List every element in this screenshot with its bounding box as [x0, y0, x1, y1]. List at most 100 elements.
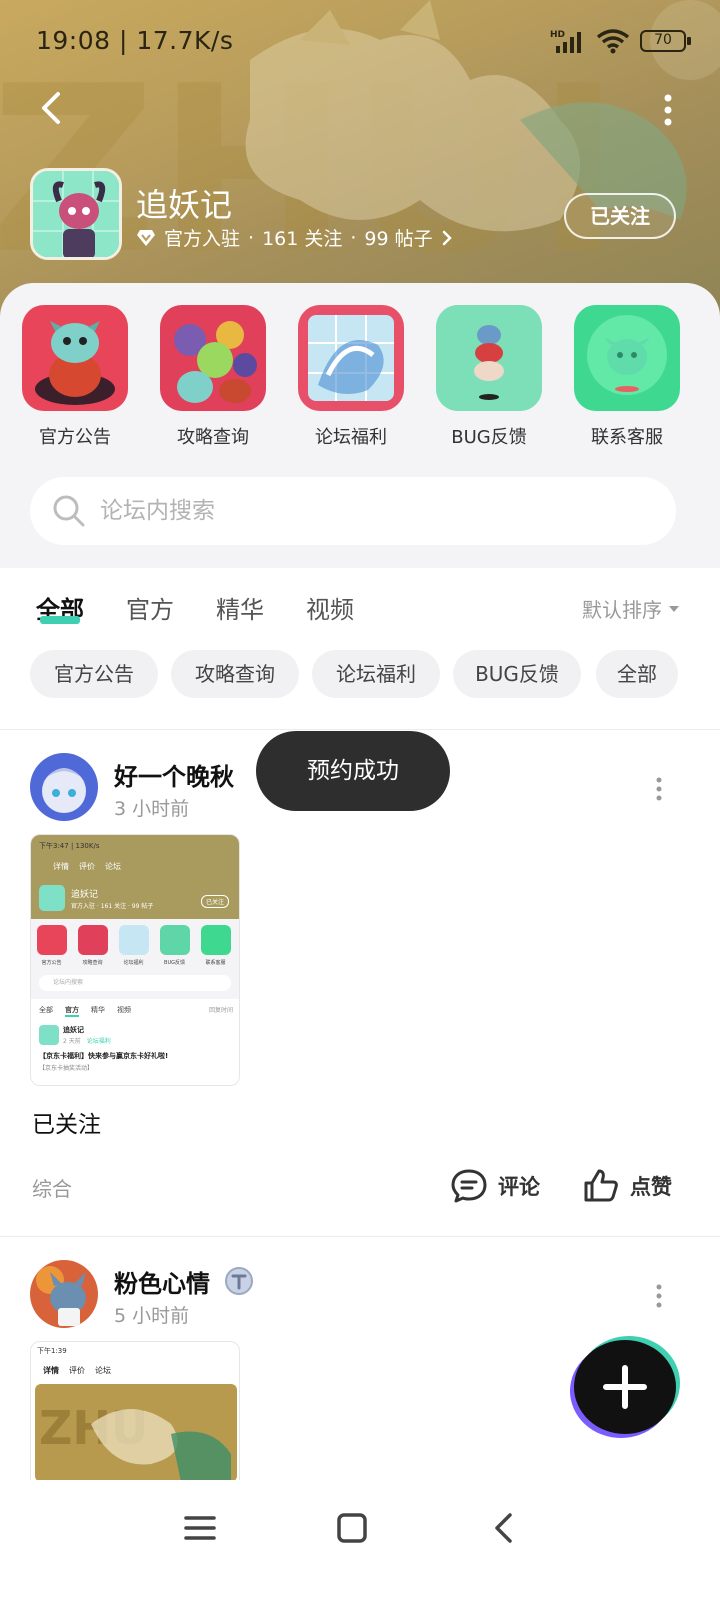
menu-icon[interactable]	[182, 1510, 218, 1546]
post-image-thumbnail[interactable]: 下午3:47 | 130K/s 详情 评价 论坛 追妖记 官方入驻 · 161 …	[30, 834, 240, 1086]
thumb-icon	[160, 925, 190, 955]
battery-indicator: 70	[640, 30, 691, 52]
post-count: 99 帖子	[364, 228, 433, 250]
thumb-icon-label: BUG反馈	[164, 960, 185, 966]
thumb-search: 论坛内搜索	[39, 975, 231, 991]
thumb-icon	[119, 925, 149, 955]
search-icon	[53, 495, 85, 527]
thumb-tab: 详情	[53, 862, 69, 871]
system-navigation-bar	[0, 1480, 720, 1600]
thumb-forum-name: 追妖记	[71, 890, 99, 900]
thumb-icon-label: 官方公告	[41, 960, 62, 966]
quick-link-bug-report[interactable]: BUG反馈	[434, 305, 544, 449]
quick-link-support[interactable]: 联系客服	[572, 305, 682, 449]
thumb-filter: 官方	[65, 1005, 79, 1017]
thumb-post-title: 【京东卡福利】快来参与赢京东卡好礼啦!	[39, 1052, 169, 1060]
back-icon[interactable]	[486, 1510, 522, 1546]
home-icon[interactable]	[334, 1510, 370, 1546]
like-button[interactable]: 点赞	[582, 1168, 672, 1204]
post-image-thumbnail[interactable]: 下午1:39 详情 评价 论坛 ZHU	[30, 1341, 240, 1480]
search-input[interactable]	[100, 498, 600, 524]
support-icon	[574, 305, 680, 411]
thumb-tab: 评价	[69, 1366, 85, 1375]
quick-link-label: 官方公告	[39, 427, 111, 448]
status-bar: 19:08 | 17.7K/s HD 70	[36, 26, 691, 62]
post-divider	[0, 1236, 720, 1237]
thumb-icon-label: 攻略查询	[82, 960, 103, 966]
wifi-icon	[596, 29, 630, 54]
tab-video[interactable]: 视频	[306, 590, 354, 625]
more-vertical-icon[interactable]	[660, 92, 676, 128]
quick-link-announcement[interactable]: 官方公告	[20, 305, 130, 449]
comment-icon	[451, 1169, 487, 1203]
like-label: 点赞	[630, 1175, 672, 1199]
section-divider	[0, 729, 720, 730]
forum-meta[interactable]: 官方入驻 · 161 关注 · 99 帖子	[136, 224, 453, 251]
meta-separator: ·	[248, 226, 255, 249]
post-author[interactable]: 粉色心情	[114, 1264, 210, 1299]
thumb-panel: 官方公告 攻略查询 论坛福利 BUG反馈 联系客服 论坛内搜索	[31, 919, 239, 999]
chip-bug-report[interactable]: BUG反馈	[453, 650, 581, 698]
thumb-filter: 全部	[39, 1006, 53, 1014]
quick-link-label: 论坛福利	[315, 427, 387, 448]
thumb-tab: 论坛	[95, 1366, 111, 1375]
thumb-icon-label: 联系客服	[205, 960, 226, 966]
guide-icon	[160, 305, 266, 411]
quick-link-label: 攻略查询	[177, 427, 249, 448]
post-time: 5 小时前	[114, 1305, 190, 1327]
post-category[interactable]: 综合	[32, 1173, 72, 1202]
thumb-filter-tabs: 全部 官方 精华 视频	[39, 1005, 131, 1017]
forum-banner: ZHUI 19:08 | 17.7K/s HD 70	[0, 0, 720, 330]
thumb-follow: 已关注	[201, 895, 230, 908]
cellular-signal-icon: HD	[550, 30, 581, 53]
meta-separator: ·	[350, 226, 357, 249]
post-text[interactable]: 已关注	[32, 1105, 101, 1139]
thumb-tab: 论坛	[105, 862, 121, 871]
toast-message: 预约成功	[256, 731, 450, 811]
thumb-tab: 详情	[43, 1366, 59, 1375]
post-more-icon[interactable]	[654, 776, 664, 802]
plus-icon	[603, 1365, 647, 1409]
sort-dropdown[interactable]: 默认排序	[582, 594, 680, 623]
post-time: 3 小时前	[114, 798, 190, 820]
follower-count: 161 关注	[262, 228, 343, 250]
svg-text:HD: HD	[550, 30, 565, 40]
post-more-icon[interactable]	[654, 1283, 664, 1309]
tab-official[interactable]: 官方	[126, 590, 174, 625]
forum-search-bar[interactable]	[30, 477, 676, 545]
chip-welfare[interactable]: 论坛福利	[312, 650, 440, 698]
thumb-status: 下午3:47 | 130K/s	[39, 842, 100, 850]
avatar[interactable]	[30, 1260, 98, 1328]
quick-link-guide[interactable]: 攻略查询	[158, 305, 268, 449]
chip-announcement[interactable]: 官方公告	[30, 650, 158, 698]
thumb-tabs: 详情 评价 论坛	[31, 1362, 239, 1384]
back-arrow-icon[interactable]	[34, 88, 74, 128]
comment-button[interactable]: 评论	[450, 1168, 540, 1204]
thumb-post-tag: 论坛福利	[86, 1038, 111, 1045]
thumb-header: 下午3:47 | 130K/s 详情 评价 论坛 追妖记 官方入驻 · 161 …	[31, 835, 239, 919]
sort-label: 默认排序	[582, 598, 662, 622]
thumbs-up-icon	[584, 1169, 618, 1202]
tab-featured[interactable]: 精华	[216, 590, 264, 625]
thumb-post-meta: 2 天前 论坛福利	[63, 1036, 111, 1045]
post-author[interactable]: 好一个晚秋	[114, 757, 234, 792]
follow-button[interactable]: 已关注	[564, 193, 676, 239]
create-post-button[interactable]	[574, 1340, 676, 1434]
thumb-tabs: 详情 评价 论坛	[53, 861, 121, 872]
chip-all[interactable]: 全部	[596, 650, 678, 698]
thumb-icon	[201, 925, 231, 955]
status-time: 19:08 | 17.7K/s	[36, 26, 234, 55]
quick-link-welfare[interactable]: 论坛福利	[296, 305, 406, 449]
thumb-post-list: 全部 官方 精华 视频 回复时间 追妖记 2 天前 论坛福利 【京东卡福利】快来…	[31, 999, 239, 1085]
thumb-icon	[37, 925, 67, 955]
chip-guide[interactable]: 攻略查询	[171, 650, 299, 698]
avatar[interactable]	[30, 753, 98, 821]
thumb-post-time: 2 天前	[63, 1038, 81, 1045]
status-icons: HD 70	[550, 28, 691, 54]
thumb-avatar	[39, 885, 65, 911]
quick-links-panel: 官方公告 攻略查询 论坛福利 BUG反馈 联系客服 论坛内搜索	[0, 283, 720, 568]
forum-avatar	[30, 168, 122, 260]
comment-label: 评论	[498, 1175, 540, 1199]
quick-link-label: BUG反馈	[451, 427, 527, 448]
thumb-post-sub: 【京东卡抽奖活动】	[39, 1065, 94, 1072]
